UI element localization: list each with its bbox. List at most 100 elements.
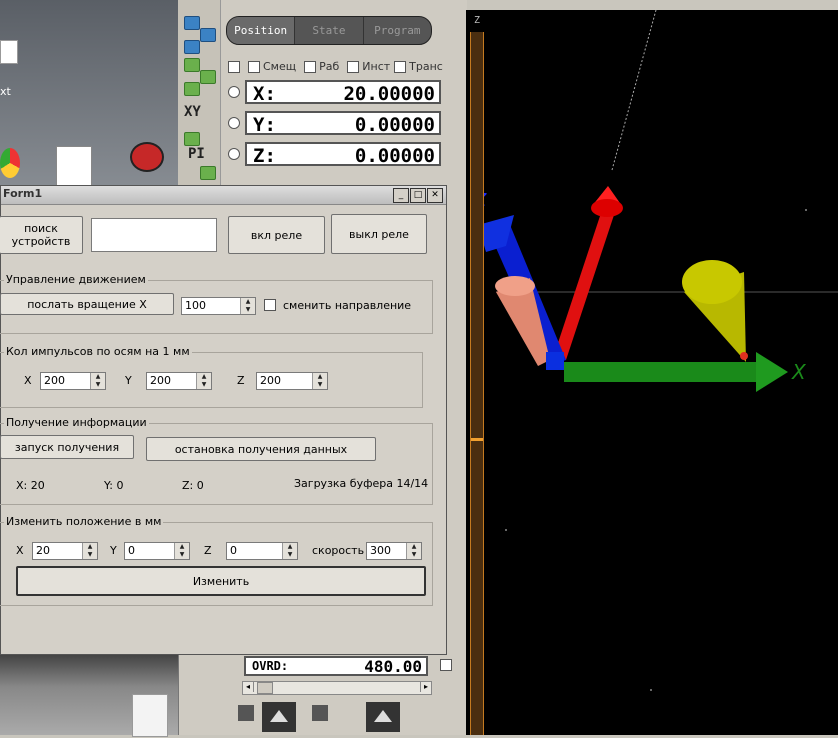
pulses-x-value: 200 bbox=[44, 374, 65, 387]
chrome-icon[interactable] bbox=[0, 148, 20, 178]
checkbox[interactable] bbox=[228, 61, 240, 73]
arrow-up-icon bbox=[374, 710, 392, 722]
jog-diagonal-icon[interactable] bbox=[312, 705, 328, 721]
reverse-checkbox[interactable] bbox=[264, 299, 276, 311]
title-bar: Form1 _ □ ✕ bbox=[1, 186, 446, 205]
jog-z-up-button[interactable] bbox=[366, 702, 400, 732]
3d-viewport[interactable]: Z Z X bbox=[466, 9, 838, 735]
document-icon[interactable] bbox=[56, 146, 92, 186]
minimize-icon[interactable]: _ bbox=[393, 188, 409, 203]
stepper-arrows-icon[interactable]: ▲ ▼ bbox=[406, 543, 421, 559]
y-coordinate-display: Y: 0.00000 bbox=[245, 111, 441, 136]
y-radio[interactable] bbox=[228, 117, 240, 129]
coord-options: Смещ Раб Инст Транс bbox=[228, 60, 448, 73]
mode-tabs: Position State Program bbox=[226, 16, 432, 45]
document-icon[interactable] bbox=[132, 694, 168, 737]
x-radio[interactable] bbox=[228, 86, 240, 98]
close-icon[interactable]: ✕ bbox=[427, 188, 443, 203]
pulses-z-label: Z bbox=[237, 374, 245, 387]
offset-checkbox[interactable] bbox=[247, 61, 260, 73]
jog-arrow-icon[interactable] bbox=[184, 58, 200, 72]
horizontal-scrollbar[interactable]: ◂ ▸ bbox=[242, 681, 432, 695]
override-display: OVRD: 480.00 bbox=[244, 656, 428, 676]
jog-pi-label: PI bbox=[188, 146, 205, 162]
z-axis-top-label: Z bbox=[474, 15, 481, 26]
apply-position-button[interactable]: Изменить bbox=[16, 566, 426, 596]
z-coordinate-display: Z: 0.00000 bbox=[245, 142, 441, 167]
stepper-arrows-icon[interactable]: ▲ ▼ bbox=[312, 373, 327, 389]
stepper-arrows-icon[interactable]: ▲ ▼ bbox=[82, 543, 97, 559]
scroll-left-icon[interactable]: ◂ bbox=[243, 682, 254, 692]
rotation-stepper[interactable]: 100 ▲ ▼ bbox=[181, 297, 256, 315]
send-rotation-button[interactable]: послать вращение X bbox=[0, 293, 174, 315]
stepper-arrows-icon[interactable]: ▲ ▼ bbox=[240, 298, 255, 314]
jog-arrow-icon[interactable] bbox=[184, 132, 200, 146]
file-icon[interactable] bbox=[0, 40, 18, 64]
info-z-readout: Z: 0 bbox=[182, 479, 204, 492]
maximize-icon[interactable]: □ bbox=[410, 188, 426, 203]
stepper-arrows-icon[interactable]: ▲ ▼ bbox=[282, 543, 297, 559]
pos-z-stepper[interactable]: 0 ▲ ▼ bbox=[226, 542, 298, 560]
jog-arrow-icon[interactable] bbox=[184, 82, 200, 96]
override-label: OVRD: bbox=[252, 659, 289, 673]
group-title: Управление движением bbox=[4, 273, 148, 286]
info-x-readout: X: 20 bbox=[16, 479, 45, 492]
x-axis-label: X bbox=[792, 360, 806, 384]
jog-diagonal-icon[interactable] bbox=[238, 705, 254, 721]
scroll-right-icon[interactable]: ▸ bbox=[420, 682, 431, 692]
start-receiving-button[interactable]: запуск получения bbox=[0, 435, 134, 459]
rotation-value: 100 bbox=[185, 299, 206, 312]
pulses-z-value: 200 bbox=[260, 374, 281, 387]
jog-arrow-icon[interactable] bbox=[200, 70, 216, 84]
pos-x-label: X bbox=[16, 544, 24, 557]
tab-state[interactable]: State bbox=[295, 17, 364, 44]
tab-program[interactable]: Program bbox=[364, 17, 431, 44]
jog-arrow-icon[interactable] bbox=[200, 28, 216, 42]
form1-window: Form1 _ □ ✕ поиск устройств вкл реле вык… bbox=[0, 185, 447, 655]
stepper-arrows-icon[interactable]: ▲ ▼ bbox=[196, 373, 211, 389]
3d-scene bbox=[478, 9, 838, 691]
z-position-marker bbox=[471, 438, 483, 441]
relay-on-button[interactable]: вкл реле bbox=[228, 216, 325, 254]
reverse-label: сменить направление bbox=[283, 299, 412, 312]
stepper-arrows-icon[interactable]: ▲ ▼ bbox=[174, 543, 189, 559]
speed-label: скорость bbox=[312, 544, 365, 557]
trans-checkbox[interactable] bbox=[393, 61, 406, 73]
pulses-x-label: X bbox=[24, 374, 32, 387]
pos-y-stepper[interactable]: 0 ▲ ▼ bbox=[124, 542, 190, 560]
z-radio[interactable] bbox=[228, 148, 240, 160]
group-title: Получение информации bbox=[4, 416, 149, 429]
tool-label: Инст bbox=[362, 60, 391, 73]
window-title: Form1 bbox=[3, 187, 43, 200]
tool-checkbox[interactable] bbox=[346, 61, 359, 73]
axis-value: 20.00000 bbox=[343, 83, 435, 105]
jog-arrow-icon[interactable] bbox=[184, 40, 200, 54]
override-checkbox[interactable] bbox=[440, 659, 452, 671]
stop-receiving-button[interactable]: остановка получения данных bbox=[146, 437, 376, 461]
search-devices-button[interactable]: поиск устройств bbox=[0, 216, 83, 254]
work-checkbox[interactable] bbox=[303, 61, 316, 73]
pulses-x-stepper[interactable]: 200 ▲ ▼ bbox=[40, 372, 106, 390]
position-group: Изменить положение в мм X 20 ▲ ▼ Y 0 ▲ ▼ Z… bbox=[0, 515, 433, 606]
stepper-arrows-icon[interactable]: ▲ ▼ bbox=[90, 373, 105, 389]
pulses-z-stepper[interactable]: 200 ▲ ▼ bbox=[256, 372, 328, 390]
pos-x-stepper[interactable]: 20 ▲ ▼ bbox=[32, 542, 98, 560]
tab-position[interactable]: Position bbox=[227, 17, 296, 44]
jog-up-button[interactable] bbox=[262, 702, 296, 732]
relay-off-button[interactable]: выкл реле bbox=[331, 214, 427, 254]
jog-arrow-icon[interactable] bbox=[200, 166, 216, 180]
trans-label: Транс bbox=[409, 60, 443, 73]
device-field[interactable] bbox=[91, 218, 217, 252]
pos-x-value: 20 bbox=[36, 544, 50, 557]
ladybug-icon[interactable] bbox=[130, 142, 164, 172]
scroll-thumb[interactable] bbox=[257, 682, 273, 694]
axis-value: 0.00000 bbox=[354, 114, 435, 136]
jog-panel: XY PI bbox=[178, 0, 221, 190]
jog-arrow-icon[interactable] bbox=[184, 16, 200, 30]
pos-y-label: Y bbox=[110, 544, 117, 557]
group-title: Кол импульсов по осям на 1 мм bbox=[4, 345, 192, 358]
pulses-y-stepper[interactable]: 200 ▲ ▼ bbox=[146, 372, 212, 390]
pos-z-value: 0 bbox=[230, 544, 237, 557]
pulses-y-label: Y bbox=[125, 374, 132, 387]
speed-stepper[interactable]: 300 ▲ ▼ bbox=[366, 542, 422, 560]
